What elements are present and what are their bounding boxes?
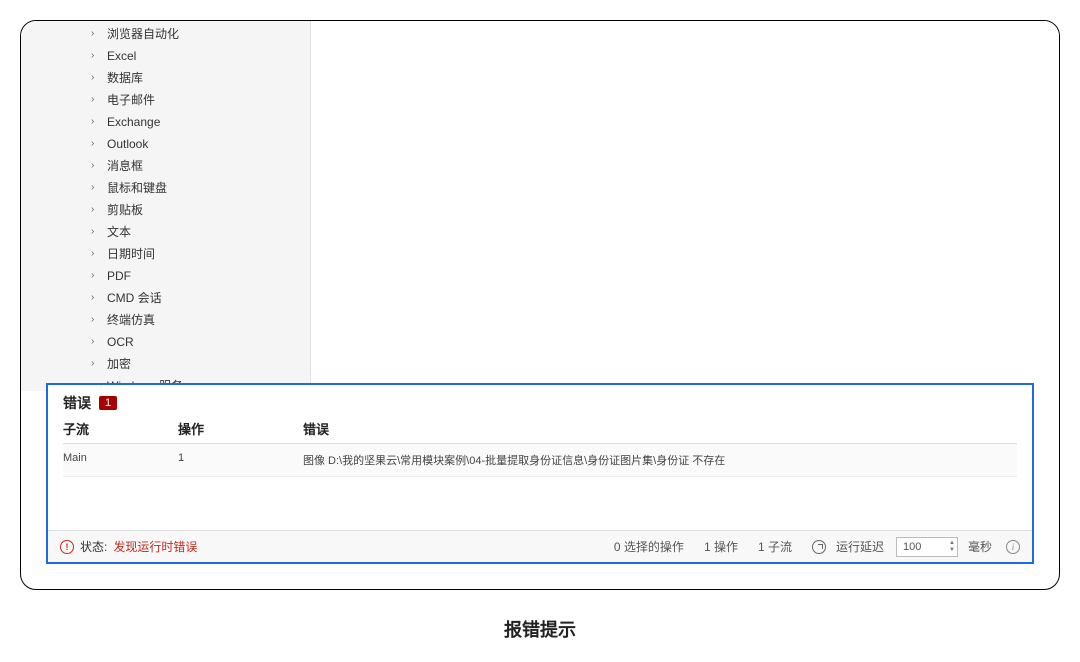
tree-item-label: 鼠标和键盘 [107, 179, 167, 197]
status-text: 发现运行时错误 [113, 538, 197, 555]
tree-item[interactable]: ›CMD 会话 [21, 287, 310, 309]
status-label: 状态: [80, 538, 107, 555]
chevron-right-icon: › [91, 267, 103, 285]
tree-item[interactable]: ›文本 [21, 221, 310, 243]
tree-item[interactable]: ›剪贴板 [21, 199, 310, 221]
column-header-subflow[interactable]: 子流 [63, 419, 178, 438]
chevron-right-icon: › [91, 245, 103, 263]
tree-item-label: 数据库 [107, 69, 143, 87]
chevron-right-icon: › [91, 289, 103, 307]
tree-item[interactable]: ›Exchange [21, 111, 310, 133]
tree-item[interactable]: ›电子邮件 [21, 89, 310, 111]
figure-caption: 报错提示 [20, 616, 1060, 642]
error-row[interactable]: Main 1 图像 D:\我的坚果云\常用模块案例\04-批量提取身份证信息\身… [63, 444, 1017, 477]
spinner-buttons[interactable]: ▲▼ [949, 540, 955, 553]
error-status-icon: ! [60, 540, 74, 554]
tree-item[interactable]: ›OCR [21, 331, 310, 353]
run-delay-label: 运行延迟 [836, 538, 884, 555]
flow-canvas[interactable] [311, 21, 1059, 391]
tree-item[interactable]: ›浏览器自动化 [21, 23, 310, 45]
tree-item[interactable]: ›终端仿真 [21, 309, 310, 331]
chevron-right-icon: › [91, 135, 103, 153]
tree-item-label: 终端仿真 [107, 311, 155, 329]
actions-sidebar: ›浏览器自动化 ›Excel ›数据库 ›电子邮件 ›Exchange ›Out… [21, 21, 311, 391]
chevron-right-icon: › [91, 179, 103, 197]
column-header-error[interactable]: 错误 [303, 419, 1017, 438]
chevron-right-icon: › [91, 311, 103, 329]
tree-item[interactable]: ›消息框 [21, 155, 310, 177]
tree-item-label: CMD 会话 [107, 289, 162, 307]
tree-item-label: 加密 [107, 355, 131, 373]
chevron-right-icon: › [91, 69, 103, 87]
chevron-right-icon: › [91, 47, 103, 65]
error-cell-message: 图像 D:\我的坚果云\常用模块案例\04-批量提取身份证信息\身份证图片集\身… [303, 452, 1017, 468]
tree-item-label: 消息框 [107, 157, 143, 175]
tree-item-label: 日期时间 [107, 245, 155, 263]
chevron-right-icon: › [91, 355, 103, 373]
tree-item[interactable]: ›Outlook [21, 133, 310, 155]
tree-item-label: 文本 [107, 223, 131, 241]
status-selected-actions: 0 选择的操作 [614, 538, 684, 555]
status-subflows-count: 1 子流 [758, 538, 792, 555]
chevron-right-icon: › [91, 223, 103, 241]
tree-item[interactable]: ›鼠标和键盘 [21, 177, 310, 199]
info-icon[interactable]: i [1006, 540, 1020, 554]
chevron-right-icon: › [91, 333, 103, 351]
tree-item[interactable]: ›PDF [21, 265, 310, 287]
chevron-right-icon: › [91, 25, 103, 43]
tree-item[interactable]: ›加密 [21, 353, 310, 375]
status-bar: ! 状态: 发现运行时错误 0 选择的操作 1 操作 1 子流 运行延迟 100… [48, 530, 1032, 562]
tree-item-label: OCR [107, 333, 134, 351]
error-count-badge: 1 [99, 396, 117, 410]
tree-item-label: Exchange [107, 113, 160, 131]
chevron-right-icon: › [91, 157, 103, 175]
clock-icon [812, 540, 826, 554]
errors-table: 子流 操作 错误 Main 1 图像 D:\我的坚果云\常用模块案例\04-批量… [48, 419, 1032, 530]
chevron-right-icon: › [91, 113, 103, 131]
tree-item-label: PDF [107, 267, 131, 285]
run-delay-value: 100 [903, 541, 921, 553]
ms-unit-label: 毫秒 [968, 538, 992, 555]
errors-panel-title: 错误 [63, 393, 91, 413]
chevron-right-icon: › [91, 201, 103, 219]
error-cell-subflow: Main [63, 452, 178, 468]
tree-item-label: 剪贴板 [107, 201, 143, 219]
tree-item-label: Outlook [107, 135, 148, 153]
tree-item-label: 电子邮件 [107, 91, 155, 109]
column-header-action[interactable]: 操作 [178, 419, 303, 438]
error-cell-action: 1 [178, 452, 303, 468]
chevron-right-icon: › [91, 91, 103, 109]
run-delay-input[interactable]: 100 ▲▼ [896, 537, 958, 557]
tree-item[interactable]: ›Excel [21, 45, 310, 67]
tree-item[interactable]: ›日期时间 [21, 243, 310, 265]
tree-item[interactable]: ›数据库 [21, 67, 310, 89]
tree-item-label: 浏览器自动化 [107, 25, 179, 43]
status-actions-count: 1 操作 [704, 538, 738, 555]
tree-item-label: Excel [107, 47, 136, 65]
errors-panel: 错误 1 子流 操作 错误 Main 1 图像 D:\我的坚果云\常用模块案例\… [46, 383, 1034, 564]
